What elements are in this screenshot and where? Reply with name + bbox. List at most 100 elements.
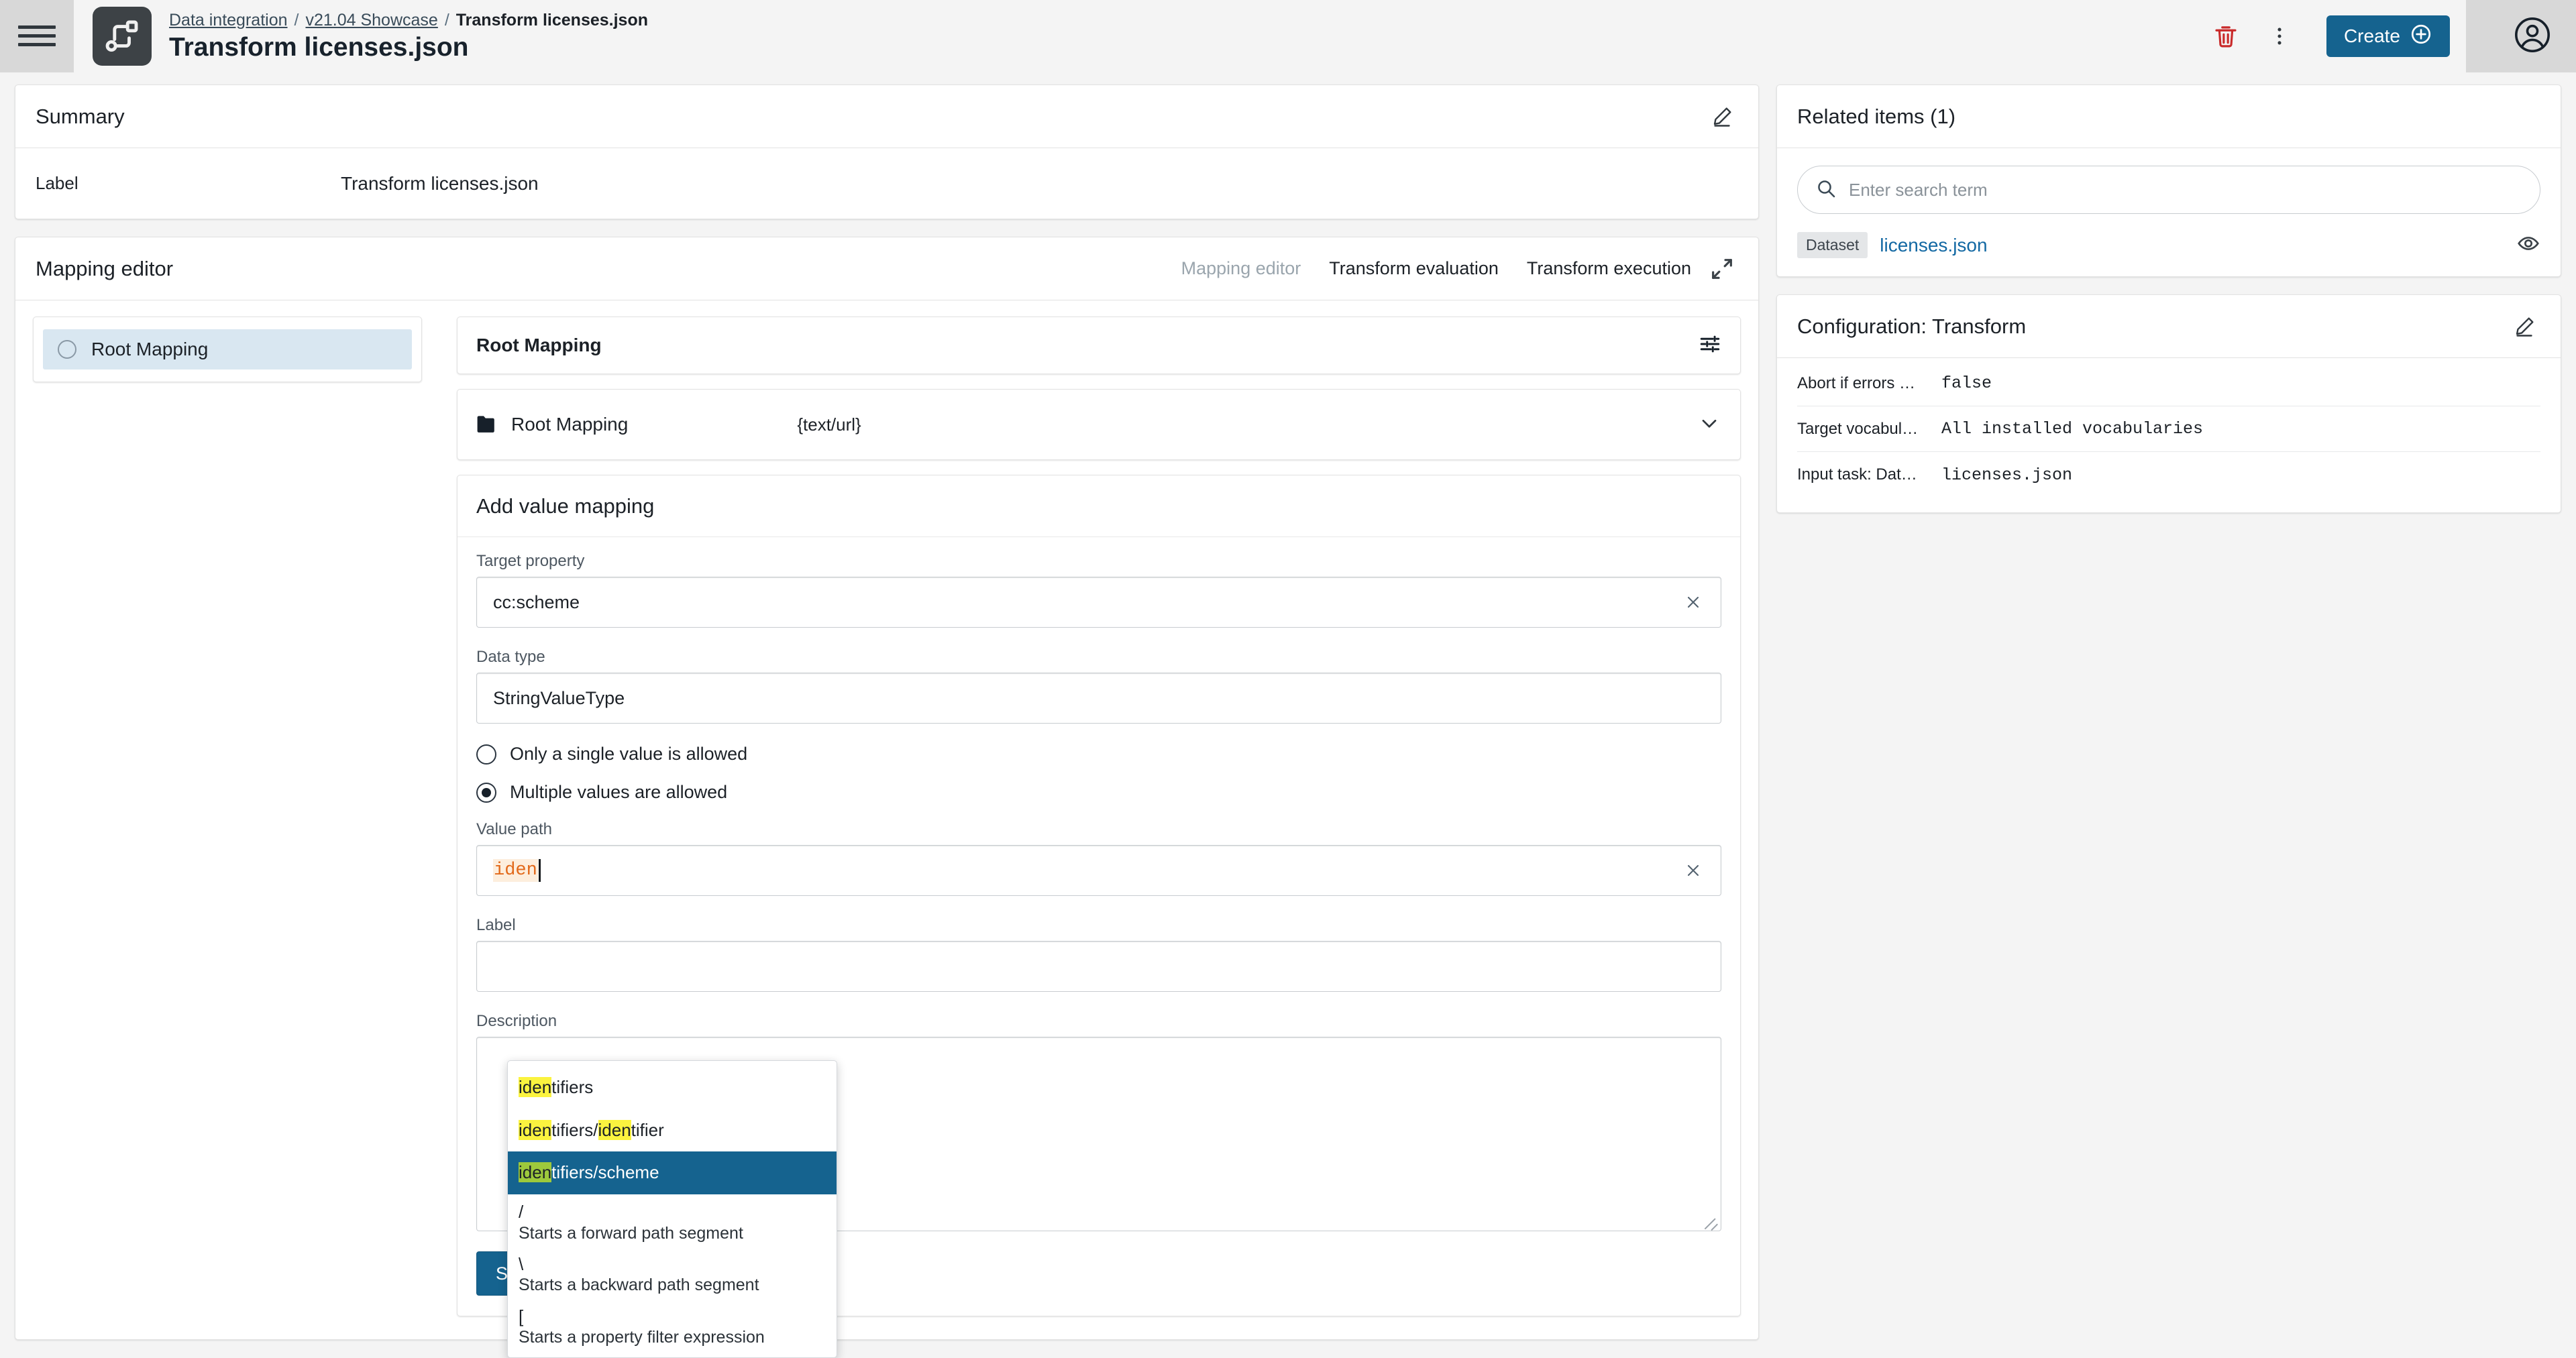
- clear-x-icon[interactable]: [1680, 858, 1706, 883]
- autocomplete-option-identifiers-scheme[interactable]: identifiers/scheme: [508, 1151, 837, 1195]
- mapping-editor-panel: Root Mapping Root Mapping {text/url} Add…: [457, 317, 1741, 1358]
- related-items-header: Related items (1): [1777, 85, 2561, 148]
- account-button[interactable]: [2489, 0, 2576, 72]
- top-bar: Data integration / v21.04 Showcase / Tra…: [0, 0, 2576, 72]
- autocomplete-rest: tifiers/scheme: [551, 1162, 659, 1183]
- expand-arrows-icon[interactable]: [1706, 253, 1738, 285]
- summary-header-actions: [1706, 101, 1738, 133]
- configuration-key: Input task: Dat…: [1797, 465, 1917, 484]
- related-items-search[interactable]: Enter search term: [1797, 166, 2540, 214]
- form-header: Add value mapping: [458, 475, 1740, 537]
- root-mapping-row-name: Root Mapping: [511, 414, 629, 435]
- radio-multiple-values[interactable]: Multiple values are allowed: [476, 782, 1721, 803]
- value-path-field-group: Value path iden: [476, 820, 1721, 896]
- pencil-icon[interactable]: [1706, 101, 1738, 133]
- search-icon: [1815, 178, 1837, 203]
- breadcrumb-item-showcase[interactable]: v21.04 Showcase: [305, 10, 437, 30]
- main-column: Summary Label Transform licenses.json Ma…: [15, 84, 1759, 1358]
- configuration-key: Target vocabul…: [1797, 419, 1919, 438]
- data-type-label: Data type: [476, 648, 545, 666]
- side-column: Related items (1) Enter search term Data…: [1776, 84, 2561, 1308]
- configuration-header-actions: [2508, 310, 2540, 343]
- configuration-value: false: [1941, 374, 1992, 393]
- related-item-type-badge: Dataset: [1797, 232, 1868, 258]
- chevron-down-icon[interactable]: [1697, 411, 1721, 439]
- label-field-group: Label: [476, 916, 1721, 992]
- tree-item-root-mapping[interactable]: Root Mapping: [43, 329, 412, 370]
- more-options-button[interactable]: [2253, 9, 2306, 63]
- mapping-editor-card: Mapping editor Mapping editor Transform …: [15, 237, 1759, 1358]
- target-property-label: Target property: [476, 552, 585, 570]
- data-type-input[interactable]: StringValueType: [476, 673, 1721, 724]
- mapping-breadcrumb-card: Root Mapping: [457, 317, 1741, 374]
- summary-card-header: Summary: [15, 85, 1758, 148]
- autocomplete-hint-symbol: \: [519, 1253, 524, 1274]
- value-path-input[interactable]: iden: [476, 845, 1721, 896]
- text-cursor: [538, 859, 541, 882]
- autocomplete-match: iden: [519, 1077, 552, 1097]
- configuration-value: All installed vocabularies: [1941, 419, 2204, 439]
- autocomplete-option-identifiers-identifier[interactable]: identifiers/identifier: [508, 1109, 837, 1152]
- create-button[interactable]: Create: [2326, 15, 2450, 57]
- autocomplete-hint-symbol: [: [519, 1306, 524, 1326]
- top-bar-main: Data integration / v21.04 Showcase / Tra…: [74, 0, 2466, 72]
- configuration-header: Configuration: Transform: [1777, 295, 2561, 358]
- autocomplete-hint-description: Starts a property filter expression: [519, 1328, 765, 1347]
- search-input-placeholder: Enter search term: [1849, 179, 1988, 200]
- label-field-input[interactable]: [476, 941, 1721, 992]
- breadcrumb: Data integration / v21.04 Showcase / Tra…: [169, 10, 648, 30]
- summary-card: Summary Label Transform licenses.json: [15, 84, 1759, 219]
- autocomplete-rest: tifier: [631, 1119, 664, 1140]
- value-path-autocomplete: identifiers identifiers/identifier ident…: [507, 1060, 837, 1358]
- data-type-value: StringValueType: [493, 687, 625, 708]
- radio-multiple-values-label: Multiple values are allowed: [510, 782, 728, 802]
- configuration-value: licenses.json: [1941, 465, 2073, 485]
- radio-single-value-control[interactable]: [476, 744, 496, 765]
- delete-button[interactable]: [2199, 9, 2253, 63]
- radio-multiple-values-control[interactable]: [476, 782, 496, 803]
- tree-item-label: Root Mapping: [91, 339, 209, 359]
- value-path-label: Value path: [476, 820, 552, 838]
- form-title: Add value mapping: [476, 494, 655, 518]
- related-item-link[interactable]: licenses.json: [1880, 235, 1987, 256]
- radio-single-value-label: Only a single value is allowed: [510, 744, 748, 764]
- sliders-icon[interactable]: [1699, 333, 1721, 359]
- autocomplete-hint-backslash[interactable]: \ Starts a backward path segment: [508, 1247, 837, 1299]
- configuration-title: Configuration: Transform: [1797, 314, 2027, 338]
- circle-icon: [58, 340, 76, 359]
- autocomplete-option-identifiers[interactable]: identifiers: [508, 1066, 837, 1109]
- description-field-label: Description: [476, 1012, 557, 1030]
- breadcrumb-separator: /: [294, 11, 299, 30]
- configuration-row: Target vocabul… All installed vocabulari…: [1797, 406, 2540, 452]
- configuration-row: Abort if errors … false: [1797, 361, 2540, 406]
- mapping-tree: Root Mapping: [33, 317, 422, 382]
- tab-transform-evaluation[interactable]: Transform evaluation: [1329, 258, 1499, 279]
- autocomplete-match: iden: [519, 1162, 552, 1183]
- root-mapping-row[interactable]: Root Mapping {text/url}: [458, 390, 1740, 459]
- target-property-field-group: Target property cc:scheme: [476, 552, 1721, 628]
- plus-circle-icon: [2410, 23, 2432, 50]
- pencil-icon[interactable]: [2508, 310, 2540, 343]
- label-field-label: Label: [476, 916, 516, 934]
- autocomplete-hint-forward-slash[interactable]: / Starts a forward path segment: [508, 1194, 837, 1247]
- autocomplete-match: iden: [598, 1119, 631, 1140]
- mapping-editor-body: Root Mapping Root Mapping Root Mapping {…: [15, 300, 1758, 1358]
- root-mapping-row-path: {text/url}: [797, 414, 861, 435]
- user-account-icon: [2513, 15, 2552, 58]
- autocomplete-hint-description: Starts a forward path segment: [519, 1223, 743, 1243]
- target-property-input[interactable]: cc:scheme: [476, 577, 1721, 628]
- tab-transform-execution[interactable]: Transform execution: [1527, 258, 1691, 279]
- autocomplete-hint-bracket[interactable]: [ Starts a property filter expression: [508, 1299, 837, 1351]
- breadcrumb-item-current: Transform licenses.json: [455, 11, 648, 30]
- breadcrumb-item-data-integration[interactable]: Data integration: [169, 10, 288, 30]
- menu-toggle-button[interactable]: [0, 0, 74, 72]
- clear-x-icon[interactable]: [1680, 589, 1706, 615]
- tab-mapping-editor[interactable]: Mapping editor: [1181, 258, 1301, 279]
- radio-single-value[interactable]: Only a single value is allowed: [476, 744, 1721, 765]
- resize-handle-icon[interactable]: [1700, 1210, 1718, 1231]
- summary-title: Summary: [36, 104, 125, 128]
- transform-app-logo-icon: [93, 7, 152, 66]
- hamburger-icon: [18, 23, 56, 50]
- eye-icon[interactable]: [2516, 231, 2540, 259]
- autocomplete-hint-symbol: /: [519, 1202, 524, 1223]
